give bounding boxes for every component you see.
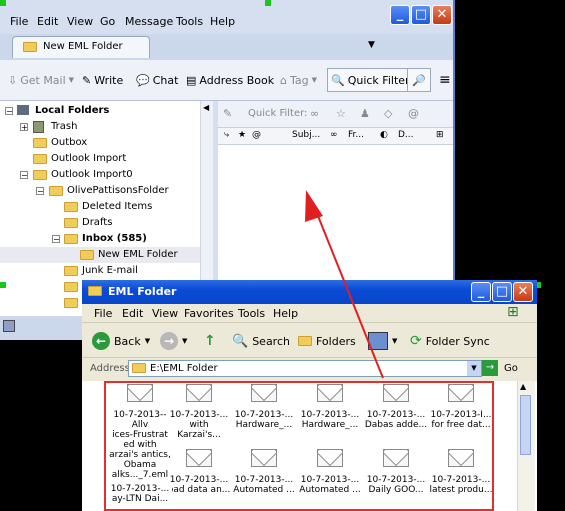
- drag-arrow-annotation: [305, 190, 384, 379]
